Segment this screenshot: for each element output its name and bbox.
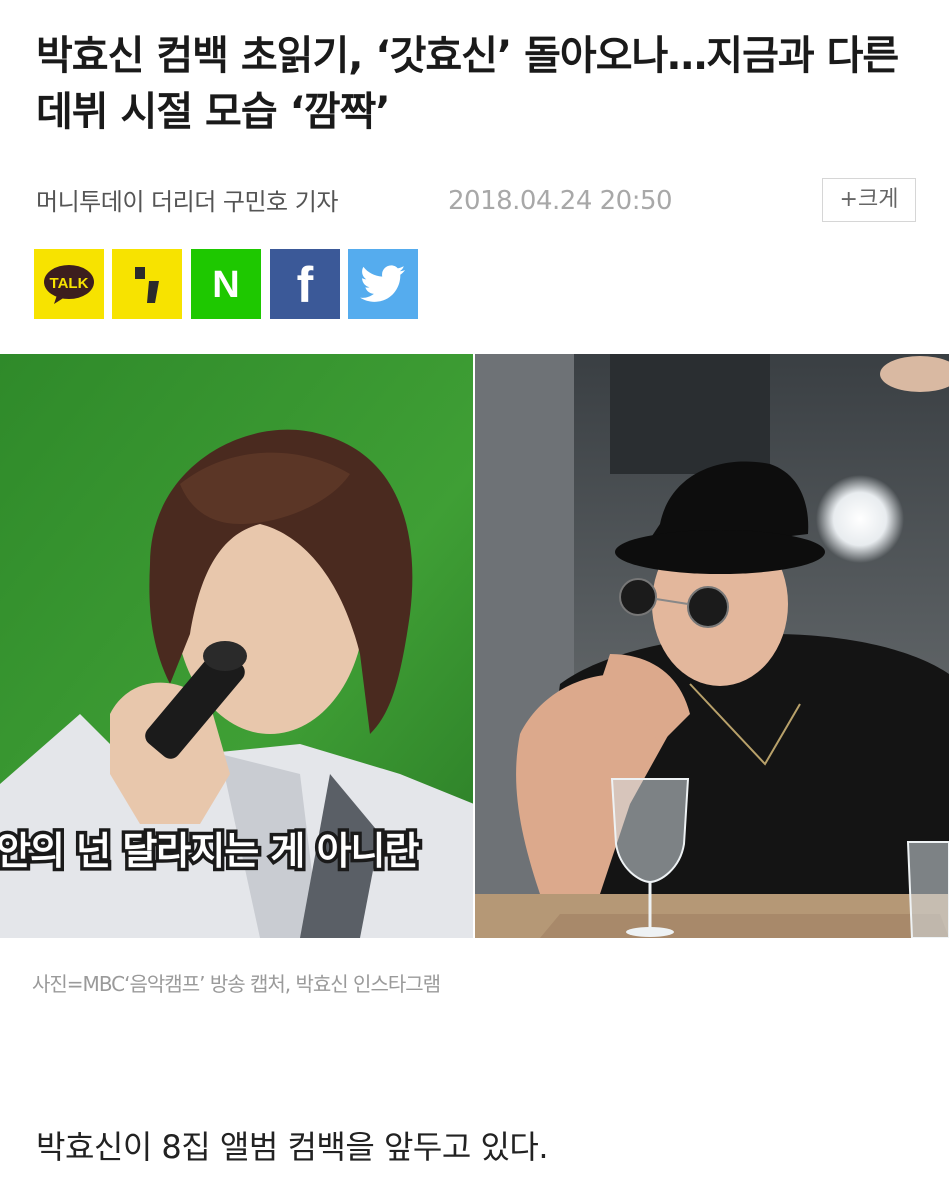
right-photo-cafe <box>474 354 949 938</box>
naver-share-button[interactable]: N <box>191 249 261 319</box>
svg-text:f: f <box>297 257 314 312</box>
kakaotalk-share-button[interactable]: TALK <box>34 249 104 319</box>
publish-datetime: 2018.04.24 20:50 <box>448 186 673 216</box>
byline: 머니투데이 더리더 구민호 기자 <box>36 188 338 216</box>
font-size-enlarge-button[interactable]: +크게 <box>822 178 916 222</box>
article-headline: 박효신 컴백 초읽기, ‘갓효신’ 돌아오나…지금과 다른 데뷔 시절 모습 ‘… <box>36 33 899 135</box>
twitter-share-button[interactable] <box>348 249 418 319</box>
facebook-icon: f <box>297 257 314 312</box>
naver-icon: N <box>212 264 239 306</box>
article-photo: 안의 넌 달라지는 게 아니란 <box>0 354 949 938</box>
article-meta: 머니투데이 더리더 구민호 기자 2018.04.24 20:50 +크게 <box>36 178 916 226</box>
video-subtitle: 안의 넌 달라지는 게 아니란 <box>0 829 420 873</box>
photo-caption: 사진=MBC‘음악캠프’ 방송 캡처, 박효신 인스타그램 <box>32 972 441 996</box>
facebook-share-button[interactable]: f <box>270 249 340 319</box>
twitter-icon <box>360 265 406 302</box>
svg-text:N: N <box>212 264 239 306</box>
kakaotalk-icon: TALK <box>44 265 94 304</box>
kakaostory-share-button[interactable] <box>112 249 182 319</box>
kakaostory-icon <box>135 267 159 303</box>
svg-text:TALK: TALK <box>50 275 89 292</box>
article-body: 박효신이 8집 앨범 컴백을 앞두고 있다. <box>36 1128 549 1166</box>
